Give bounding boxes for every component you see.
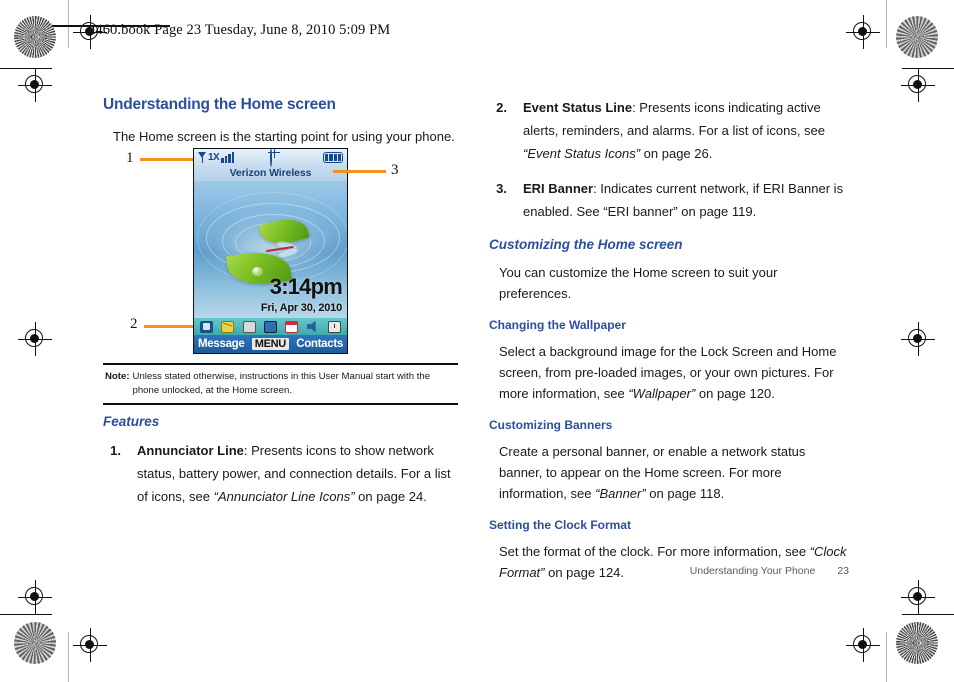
page-title: Understanding the Home screen	[103, 96, 336, 113]
subsection-text: Set the format of the clock. For more in…	[499, 544, 810, 559]
clock-date: Fri, Apr 30, 2010	[260, 302, 342, 314]
subsection-text-tail: on page 120.	[695, 386, 775, 401]
soft-key-bar: Message MENU Contacts	[194, 335, 347, 353]
registration-mark-bottom-left	[73, 628, 107, 662]
registration-mark-upper-left	[18, 68, 52, 102]
list-item-number: 2.	[496, 100, 507, 115]
trim-line-right	[886, 0, 887, 48]
print-density-target-top-right	[896, 16, 938, 58]
list-item-number: 3.	[496, 181, 507, 196]
alarm-icon	[327, 320, 341, 333]
customizing-heading: Customizing the Home screen	[489, 237, 683, 252]
subsection-reference: “Wallpaper”	[628, 386, 696, 401]
trim-line-bottom-left	[0, 614, 52, 615]
list-item: 3. ERI Banner: Indicates current network…	[489, 177, 849, 223]
registration-mark-top-right	[846, 15, 880, 49]
calendar-event-icon	[285, 320, 299, 333]
softkey-menu: MENU	[251, 338, 289, 350]
subsection-reference: “Banner”	[595, 486, 646, 501]
footer-chapter-name: Understanding Your Phone	[689, 565, 816, 577]
customizing-intro: You can customize the Home screen to sui…	[499, 265, 778, 301]
print-density-target-bottom-right	[896, 622, 938, 664]
features-heading: Features	[103, 414, 160, 429]
registration-mark-upper-right	[901, 68, 935, 102]
softkey-message: Message	[198, 338, 245, 350]
wallpaper-image: 3:14pm Fri, Apr 30, 2010	[194, 181, 347, 318]
list-item-term: ERI Banner	[523, 181, 594, 196]
list-item-term: Annunciator Line	[137, 443, 244, 458]
print-density-target-bottom-left	[14, 622, 56, 664]
list-item: 2. Event Status Line: Presents icons ind…	[489, 96, 849, 165]
callout-number-1: 1	[126, 150, 134, 166]
list-item-text-tail: on page 24.	[354, 489, 427, 504]
note-block: Note: Unless stated otherwise, instructi…	[103, 363, 458, 405]
signal-strength-icon	[221, 152, 235, 163]
callout-leader-line-1	[140, 158, 193, 161]
callout-number-2: 2	[130, 316, 138, 332]
print-density-target-top-left	[14, 16, 56, 58]
trim-line-left	[68, 0, 69, 48]
list-item-text-tail: on page 26.	[640, 146, 713, 161]
speaker-icon	[306, 320, 316, 333]
voicemail-icon	[242, 320, 256, 333]
trim-line-bottom-right	[902, 614, 954, 615]
subsection-heading-banners: Customizing Banners	[489, 418, 613, 432]
note-label: Note:	[105, 371, 130, 382]
trim-line-top-left	[0, 68, 52, 69]
list-item-reference: “Event Status Icons”	[523, 146, 641, 161]
list-item-reference: “Annunciator Line Icons”	[213, 489, 355, 504]
softkey-contacts: Contacts	[296, 338, 343, 350]
gps-icon	[269, 149, 272, 167]
registration-mark-middle-left	[18, 322, 52, 356]
subsection-text-tail: on page 124.	[544, 565, 625, 580]
signal-bars-icon	[198, 152, 207, 163]
registration-mark-lower-right	[901, 580, 935, 614]
note-text: Unless stated otherwise, instructions in…	[132, 371, 431, 396]
subsection-text-tail: on page 118.	[645, 486, 725, 501]
book-header-text: u460.book Page 23 Tuesday, June 8, 2010 …	[88, 22, 391, 38]
registration-mark-bottom-right	[846, 628, 880, 662]
registration-mark-middle-right	[901, 322, 935, 356]
subsection-heading-clock-format: Setting the Clock Format	[489, 518, 632, 532]
network-type-label: 1X	[208, 152, 220, 163]
intro-paragraph: The Home screen is the starting point fo…	[113, 129, 455, 144]
trim-line-left-bottom	[68, 632, 69, 682]
annunciator-line: 1X	[194, 149, 347, 167]
battery-full-icon	[323, 152, 343, 163]
features-section: Features 1. Annunciator Line: Presents i…	[103, 414, 460, 520]
subsection-heading-wallpaper: Changing the Wallpaper	[489, 318, 626, 332]
page-footer: Understanding Your Phone 23	[690, 565, 849, 577]
callout-number-3: 3	[391, 162, 399, 178]
vibrate-icon	[200, 320, 214, 333]
event-status-line	[194, 318, 347, 335]
callout-leader-line-3	[333, 170, 386, 173]
footer-page-number: 23	[837, 565, 849, 577]
subsection-body-banners: Create a personal banner, or enable a ne…	[499, 441, 849, 504]
eri-banner: Verizon Wireless	[194, 166, 347, 181]
clock-time: 3:14pm	[269, 274, 343, 299]
trim-line-top-right	[902, 68, 954, 69]
right-column: 2. Event Status Line: Presents icons ind…	[489, 96, 849, 597]
new-message-icon	[221, 320, 235, 333]
trim-line-right-bottom	[886, 632, 887, 682]
list-item-term: Event Status Line	[523, 100, 633, 115]
registration-mark-lower-left	[18, 580, 52, 614]
list-item-number: 1.	[110, 443, 121, 458]
note-rule-bottom	[103, 403, 458, 405]
tty-icon	[263, 320, 277, 333]
list-item: 1. Annunciator Line: Presents icons to s…	[103, 439, 460, 508]
callout-leader-line-2	[144, 325, 193, 328]
subsection-body-wallpaper: Select a background image for the Lock S…	[499, 341, 849, 404]
phone-home-screen-illustration: 1X Verizon Wireless 3:14pm Fri, Apr 30, …	[193, 148, 348, 354]
